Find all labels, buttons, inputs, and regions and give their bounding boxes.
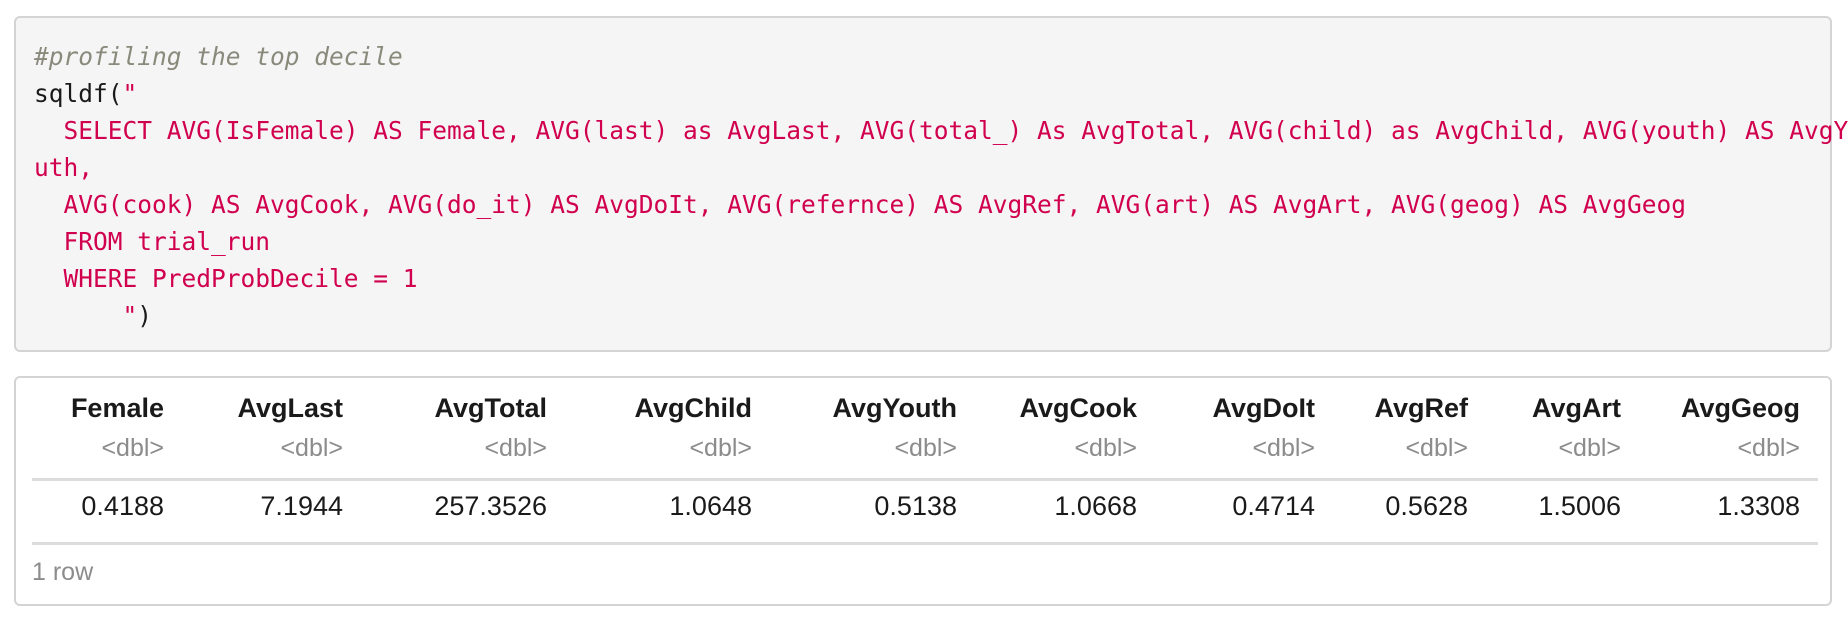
code-line: SELECT AVG(IsFemale) AS Female, AVG(last… [34,112,1848,149]
code-string: " [122,79,138,108]
code-string: uth, [34,153,94,182]
column-header-avgart[interactable]: AvgArt [1532,388,1621,428]
column-type-label: <dbl> [1252,434,1315,462]
code-string: " [34,301,138,330]
table-cell: 0.5138 [874,491,957,521]
column-type-label: <dbl> [1074,434,1137,462]
code-line: #profiling the top decile [34,38,1812,75]
row-count-footer: 1 row [32,558,94,586]
table-cell: 0.5628 [1385,491,1468,521]
column-header-avglast[interactable]: AvgLast [237,388,343,428]
code-line: ") [34,297,1812,334]
column-type-label: <dbl> [1737,434,1800,462]
code-string: WHERE PredProbDecile = 1 [34,264,418,293]
table-cell: 1.0648 [669,491,752,521]
column-type-label: <dbl> [101,434,164,462]
table-cell: 0.4714 [1232,491,1315,521]
column-type-label: <dbl> [1405,434,1468,462]
code-chunk: #profiling the top decile sqldf(" SELECT… [14,16,1848,352]
column-header-avgtotal[interactable]: AvgTotal [435,388,548,428]
table-cell: 257.3526 [434,491,547,521]
code-line: WHERE PredProbDecile = 1 [34,260,1812,297]
code-string: SELECT AVG(IsFemale) AS Female, AVG(last… [34,116,1848,145]
table-row: 0.4188 7.1944 257.3526 1.0648 0.5138 1.0… [32,486,1818,526]
column-header-avgref[interactable]: AvgRef [1374,388,1468,428]
table-cell: 0.4188 [81,491,164,521]
column-type-label: <dbl> [484,434,547,462]
column-header-avgchild[interactable]: AvgChild [635,388,753,428]
code-line: AVG(cook) AS AvgCook, AVG(do_it) AS AvgD… [34,186,1812,223]
column-type-label: <dbl> [1558,434,1621,462]
column-header-avggeog[interactable]: AvgGeog [1681,388,1800,428]
code-paren: ) [137,301,153,330]
code-comment: #profiling the top decile [34,42,403,71]
table-type-row: <dbl> <dbl> <dbl> <dbl> <dbl> <dbl> <dbl… [32,428,1818,468]
column-type-label: <dbl> [280,434,343,462]
column-header-avgdoit[interactable]: AvgDoIt [1213,388,1316,428]
column-header-avgyouth[interactable]: AvgYouth [833,388,957,428]
column-header-female[interactable]: Female [71,388,164,428]
table-cell: 7.1944 [260,491,343,521]
code-line: uth, [34,149,1812,186]
table-cell: 1.0668 [1054,491,1137,521]
body-divider [32,542,1818,545]
output-table: Female AvgLast AvgTotal AvgChild AvgYout… [14,376,1832,606]
table-header-row: Female AvgLast AvgTotal AvgChild AvgYout… [32,388,1818,428]
code-line: FROM trial_run [34,223,1812,260]
column-header-avgcook[interactable]: AvgCook [1019,388,1137,428]
table-cell: 1.3308 [1717,491,1800,521]
column-type-label: <dbl> [894,434,957,462]
column-type-label: <dbl> [689,434,752,462]
code-line: sqldf(" [34,75,1812,112]
table-cell: 1.5006 [1538,491,1621,521]
code-string: FROM trial_run [34,227,271,256]
header-divider [32,478,1818,481]
code-string: AVG(cook) AS AvgCook, AVG(do_it) AS AvgD… [34,190,1687,219]
code-function-call: sqldf( [34,79,123,108]
